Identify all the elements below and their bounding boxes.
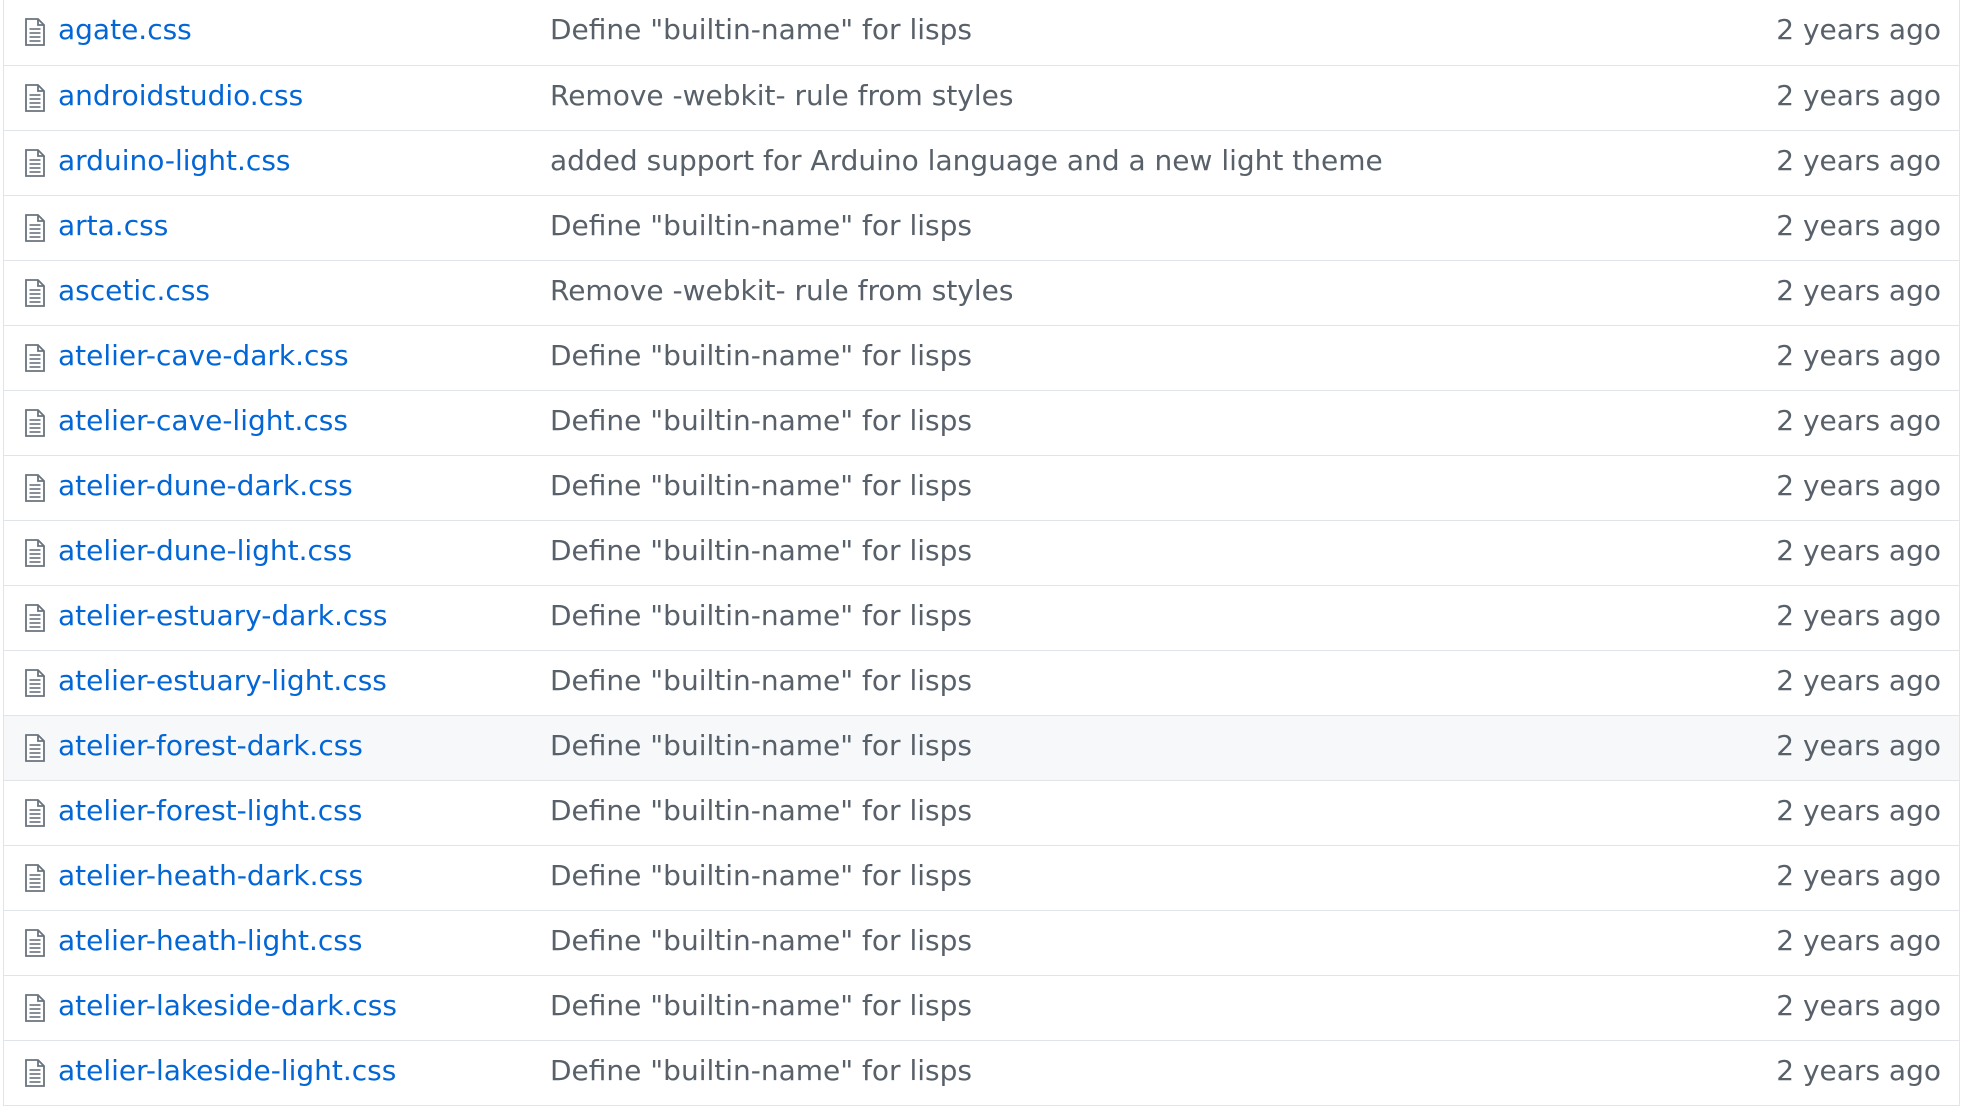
commit-age: 2 years ago — [1776, 599, 1941, 632]
commit-age: 2 years ago — [1776, 924, 1941, 957]
file-name-link[interactable]: atelier-heath-dark.css — [58, 859, 363, 892]
file-row[interactable]: ascetic.css Remove -webkit- rule from st… — [4, 260, 1959, 325]
file-row[interactable]: agate.css Define "builtin-name" for lisp… — [4, 0, 1959, 65]
commit-message-link[interactable]: Define "builtin-name" for lisps — [550, 989, 972, 1022]
commit-age: 2 years ago — [1776, 404, 1941, 437]
file-icon — [24, 214, 46, 242]
commit-message-link[interactable]: Remove -webkit- rule from styles — [550, 274, 1013, 307]
file-name-link[interactable]: arduino-light.css — [58, 144, 291, 177]
commit-message-link[interactable]: Define "builtin-name" for lisps — [550, 404, 972, 437]
commit-message-link[interactable]: Define "builtin-name" for lisps — [550, 599, 972, 632]
file-icon — [24, 994, 46, 1022]
commit-message-link[interactable]: Remove -webkit- rule from styles — [550, 79, 1013, 112]
commit-message-link[interactable]: Define "builtin-name" for lisps — [550, 339, 972, 372]
commit-message-link[interactable]: Define "builtin-name" for lisps — [550, 664, 972, 697]
commit-age: 2 years ago — [1776, 209, 1941, 242]
commit-age: 2 years ago — [1776, 144, 1941, 177]
file-row[interactable]: atelier-lakeside-dark.css Define "builti… — [4, 975, 1959, 1040]
commit-age: 2 years ago — [1776, 79, 1941, 112]
file-name-link[interactable]: atelier-estuary-dark.css — [58, 599, 388, 632]
file-name-link[interactable]: arta.css — [58, 209, 168, 242]
file-row[interactable]: androidstudio.css Remove -webkit- rule f… — [4, 65, 1959, 130]
file-name-link[interactable]: atelier-forest-light.css — [58, 794, 362, 827]
file-icon — [24, 1059, 46, 1087]
commit-age: 2 years ago — [1776, 339, 1941, 372]
commit-message-link[interactable]: Define "builtin-name" for lisps — [550, 859, 972, 892]
commit-age: 2 years ago — [1776, 469, 1941, 502]
commit-message-link[interactable]: Define "builtin-name" for lisps — [550, 534, 972, 567]
commit-age: 2 years ago — [1776, 859, 1941, 892]
commit-age: 2 years ago — [1776, 729, 1941, 762]
file-list-table: agate.css Define "builtin-name" for lisp… — [3, 0, 1960, 1106]
commit-message-link[interactable]: Define "builtin-name" for lisps — [550, 13, 972, 46]
file-row[interactable]: atelier-heath-dark.css Define "builtin-n… — [4, 845, 1959, 910]
file-name-link[interactable]: atelier-dune-light.css — [58, 534, 352, 567]
commit-age: 2 years ago — [1776, 1054, 1941, 1087]
file-row[interactable]: atelier-forest-light.css Define "builtin… — [4, 780, 1959, 845]
file-name-link[interactable]: ascetic.css — [58, 274, 210, 307]
file-icon — [24, 539, 46, 567]
commit-message-link[interactable]: Define "builtin-name" for lisps — [550, 469, 972, 502]
file-icon — [24, 84, 46, 112]
commit-age: 2 years ago — [1776, 664, 1941, 697]
file-icon — [24, 474, 46, 502]
commit-age: 2 years ago — [1776, 989, 1941, 1022]
commit-message-link[interactable]: Define "builtin-name" for lisps — [550, 924, 972, 957]
file-icon — [24, 799, 46, 827]
file-row[interactable]: atelier-dune-dark.css Define "builtin-na… — [4, 455, 1959, 520]
commit-age: 2 years ago — [1776, 274, 1941, 307]
file-name-link[interactable]: atelier-heath-light.css — [58, 924, 362, 957]
file-row[interactable]: atelier-cave-light.css Define "builtin-n… — [4, 390, 1959, 455]
file-row[interactable]: atelier-estuary-dark.css Define "builtin… — [4, 585, 1959, 650]
commit-message-link[interactable]: Define "builtin-name" for lisps — [550, 209, 972, 242]
file-name-link[interactable]: atelier-estuary-light.css — [58, 664, 387, 697]
file-row[interactable]: atelier-forest-dark.css Define "builtin-… — [4, 715, 1959, 780]
commit-message-link[interactable]: Define "builtin-name" for lisps — [550, 1054, 972, 1087]
file-name-link[interactable]: androidstudio.css — [58, 79, 303, 112]
commit-age: 2 years ago — [1776, 794, 1941, 827]
file-icon — [24, 344, 46, 372]
commit-message-link[interactable]: Define "builtin-name" for lisps — [550, 729, 972, 762]
file-row[interactable]: atelier-dune-light.css Define "builtin-n… — [4, 520, 1959, 585]
file-row[interactable]: arta.css Define "builtin-name" for lisps… — [4, 195, 1959, 260]
file-row[interactable]: atelier-estuary-light.css Define "builti… — [4, 650, 1959, 715]
file-icon — [24, 18, 46, 46]
file-name-link[interactable]: atelier-cave-dark.css — [58, 339, 349, 372]
file-icon — [24, 149, 46, 177]
file-name-link[interactable]: atelier-lakeside-dark.css — [58, 989, 397, 1022]
file-icon — [24, 409, 46, 437]
file-icon — [24, 604, 46, 632]
file-icon — [24, 929, 46, 957]
file-icon — [24, 864, 46, 892]
file-icon — [24, 279, 46, 307]
file-icon — [24, 669, 46, 697]
file-row[interactable]: atelier-lakeside-light.css Define "built… — [4, 1040, 1959, 1105]
commit-message-link[interactable]: Define "builtin-name" for lisps — [550, 794, 972, 827]
file-row[interactable]: arduino-light.css added support for Ardu… — [4, 130, 1959, 195]
commit-age: 2 years ago — [1776, 13, 1941, 46]
file-name-link[interactable]: agate.css — [58, 13, 192, 46]
file-row[interactable]: atelier-heath-light.css Define "builtin-… — [4, 910, 1959, 975]
file-row[interactable]: atelier-cave-dark.css Define "builtin-na… — [4, 325, 1959, 390]
file-name-link[interactable]: atelier-lakeside-light.css — [58, 1054, 396, 1087]
file-name-link[interactable]: atelier-forest-dark.css — [58, 729, 363, 762]
commit-age: 2 years ago — [1776, 534, 1941, 567]
file-icon — [24, 734, 46, 762]
file-name-link[interactable]: atelier-cave-light.css — [58, 404, 348, 437]
commit-message-link[interactable]: added support for Arduino language and a… — [550, 144, 1383, 177]
file-name-link[interactable]: atelier-dune-dark.css — [58, 469, 353, 502]
